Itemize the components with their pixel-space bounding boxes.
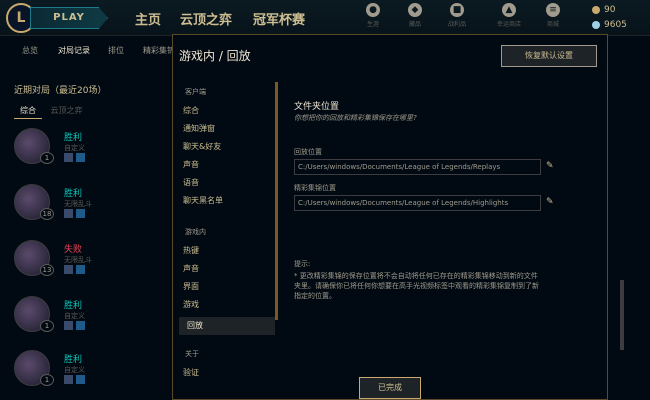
tft-pass-button[interactable]: ▲ 幸运商店 bbox=[496, 3, 522, 28]
champion-level-badge: 18 bbox=[40, 208, 54, 220]
list-item[interactable]: 1 胜利 自定义 bbox=[14, 350, 174, 392]
match-result: 胜利 bbox=[64, 189, 83, 199]
tft-pass-icon: ▲ bbox=[502, 3, 516, 17]
spell-icon bbox=[76, 375, 85, 384]
store-button[interactable]: ≡ 商城 bbox=[540, 3, 566, 28]
match-result: 失败 bbox=[64, 245, 83, 255]
highlight-location-label: 精彩集锦位置 bbox=[294, 184, 336, 192]
menu-header-in-game: 游戏内 bbox=[185, 228, 206, 236]
dialog-breadcrumb: 游戏内 / 回放 bbox=[179, 49, 251, 63]
champion-level-badge: 1 bbox=[40, 152, 54, 164]
menu-item-sound[interactable]: 声音 bbox=[183, 159, 199, 170]
done-button[interactable]: 已完成 bbox=[359, 377, 421, 399]
spell-icon bbox=[76, 321, 85, 330]
menu-item-game-sound[interactable]: 声音 bbox=[183, 263, 199, 274]
tab-general[interactable]: 综合 bbox=[14, 103, 42, 119]
list-item[interactable]: 1 胜利 自定义 bbox=[14, 128, 174, 170]
menu-header-client: 客户端 bbox=[185, 88, 206, 96]
menu-item-general[interactable]: 综合 bbox=[183, 105, 199, 116]
match-mode: 自定义 bbox=[64, 144, 85, 152]
blue-essence-counter: 90 bbox=[592, 5, 615, 15]
subnav-ranked[interactable]: 排位 bbox=[108, 45, 124, 56]
subnav-match-history[interactable]: 对局记录 bbox=[58, 45, 90, 56]
match-mode: 无限乱斗 bbox=[64, 256, 92, 264]
menu-item-hotkeys[interactable]: 热键 bbox=[183, 245, 199, 256]
hint-text: * 更改精彩集锦的保存位置将不会自动将任何已存在的精彩集锦移动到新的文件夹里。请… bbox=[294, 272, 539, 300]
menu-item-voice[interactable]: 语音 bbox=[183, 177, 199, 188]
folder-location-subtitle: 你想把你的回放和精彩集锦保存在哪里? bbox=[294, 114, 417, 122]
list-item[interactable]: 13 失败 无限乱斗 bbox=[14, 240, 174, 282]
menu-item-notifications[interactable]: 通知弹窗 bbox=[183, 123, 215, 134]
replay-location-label: 回放位置 bbox=[294, 148, 322, 156]
spell-icon bbox=[64, 153, 73, 162]
menu-scrollbar[interactable] bbox=[275, 82, 278, 320]
nav-clash[interactable]: 冠军杯赛 bbox=[253, 9, 305, 28]
subnav-overview[interactable]: 总览 bbox=[22, 45, 38, 56]
menu-item-game[interactable]: 游戏 bbox=[183, 299, 199, 310]
collection-icon: ◆ bbox=[408, 3, 422, 17]
profile-button[interactable]: ● 生涯 bbox=[360, 3, 386, 28]
rp-icon bbox=[592, 20, 600, 29]
loot-button[interactable]: ■ 战利品 bbox=[444, 3, 470, 28]
match-mode: 自定义 bbox=[64, 366, 85, 374]
champion-level-badge: 1 bbox=[40, 374, 54, 386]
list-item[interactable]: 18 胜利 无限乱斗 bbox=[14, 184, 174, 226]
match-result: 胜利 bbox=[64, 301, 83, 311]
recent-matches-heading: 近期对局（最近20场） bbox=[14, 86, 107, 96]
spell-icon bbox=[64, 265, 73, 274]
edit-replay-path-icon[interactable]: ✎ bbox=[546, 161, 554, 171]
menu-header-about: 关于 bbox=[185, 350, 199, 358]
play-button[interactable]: PLAY bbox=[30, 7, 108, 29]
rp-counter: 9605 bbox=[592, 20, 627, 30]
nav-home[interactable]: 主页 bbox=[135, 9, 161, 28]
top-navigation-bar: L PLAY 主页 云顶之弈 冠军杯赛 ● 生涯 ◆ 藏品 ■ 战利品 ▲ 幸运商店 ≡… bbox=[0, 0, 650, 36]
replay-path-input[interactable] bbox=[294, 159, 541, 175]
spell-icon bbox=[76, 153, 85, 162]
menu-item-chat-blocklist[interactable]: 聊天黑名单 bbox=[183, 195, 223, 206]
match-mode: 自定义 bbox=[64, 312, 85, 320]
loot-icon: ■ bbox=[450, 3, 464, 17]
collection-button[interactable]: ◆ 藏品 bbox=[402, 3, 428, 28]
spell-icon bbox=[76, 265, 85, 274]
match-result: 胜利 bbox=[64, 133, 83, 143]
menu-item-interface[interactable]: 界面 bbox=[183, 281, 199, 292]
match-filter-tabs: 综合 云顶之弈 bbox=[14, 103, 89, 119]
nav-tft[interactable]: 云顶之弈 bbox=[180, 9, 232, 28]
menu-item-verification[interactable]: 验证 bbox=[183, 367, 199, 378]
settings-dialog: 游戏内 / 回放 恢复默认设置 客户端 综合 通知弹窗 聊天&好友 声音 语音 … bbox=[172, 34, 608, 400]
blue-essence-icon bbox=[592, 5, 600, 14]
list-item[interactable]: 1 胜利 自定义 bbox=[14, 296, 174, 338]
restore-defaults-button[interactable]: 恢复默认设置 bbox=[501, 45, 597, 67]
tab-tft[interactable]: 云顶之弈 bbox=[45, 103, 89, 118]
match-mode: 无限乱斗 bbox=[64, 200, 92, 208]
background-scrollbar[interactable] bbox=[620, 280, 624, 350]
spell-icon bbox=[64, 321, 73, 330]
menu-item-chat-friends[interactable]: 聊天&好友 bbox=[183, 141, 221, 152]
match-result: 胜利 bbox=[64, 355, 83, 365]
hint-label: 提示: bbox=[294, 260, 311, 268]
folder-location-title: 文件夹位置 bbox=[294, 102, 340, 112]
edit-highlight-path-icon[interactable]: ✎ bbox=[546, 197, 554, 207]
menu-item-replays[interactable]: 回放 bbox=[179, 317, 275, 335]
spell-icon bbox=[76, 209, 85, 218]
subnav-highlights[interactable]: 精彩集锦 bbox=[143, 45, 175, 56]
spell-icon bbox=[64, 375, 73, 384]
champion-level-badge: 1 bbox=[40, 320, 54, 332]
highlight-path-input[interactable] bbox=[294, 195, 541, 211]
spell-icon bbox=[64, 209, 73, 218]
profile-icon: ● bbox=[366, 3, 380, 17]
champion-level-badge: 13 bbox=[40, 264, 54, 276]
store-icon: ≡ bbox=[546, 3, 560, 17]
